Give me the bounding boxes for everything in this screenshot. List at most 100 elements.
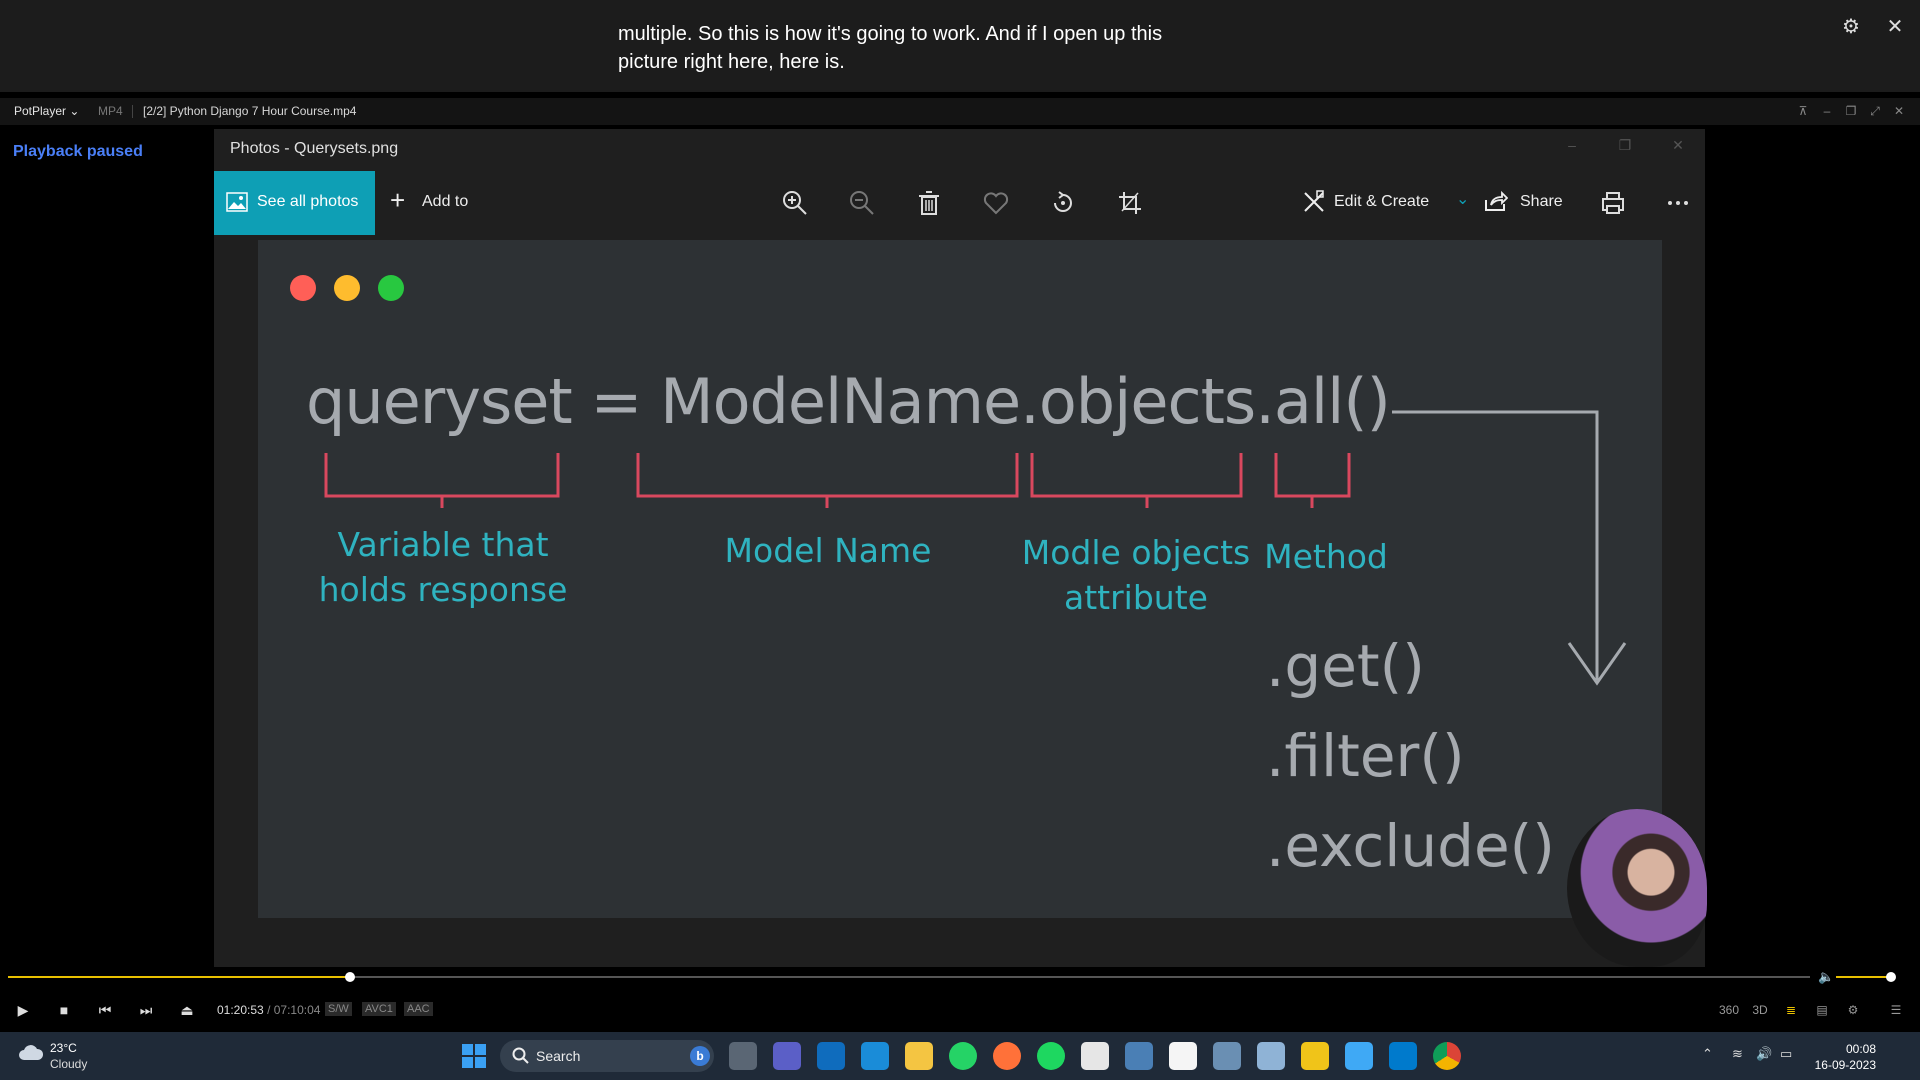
window-title: Photos - Querysets.png [230,140,399,157]
weather-condition[interactable]: Cloudy [50,1057,87,1071]
audio-codec-badge[interactable]: AAC [404,1002,433,1016]
gear-icon[interactable]: ⚙ [1838,14,1864,40]
clock[interactable]: 00:08 16-09-2023 [1814,1041,1876,1073]
bracket-variable [324,453,560,508]
vr360-icon[interactable]: 360 [1718,999,1740,1021]
player-titlebar: PotPlayer ⌄ MP4 [2/2] Python Django 7 Ho… [0,98,1920,125]
fullscreen-icon[interactable]: ⤢ [1866,102,1884,120]
notion-icon[interactable] [1169,1042,1197,1070]
more-options-icon[interactable] [1664,189,1692,217]
vscode-icon[interactable] [1389,1042,1417,1070]
wifi-icon[interactable]: ≋ [1732,1046,1743,1062]
label-variable-line2: holds response [318,570,568,609]
stop-icon[interactable]: ■ [53,999,75,1021]
potplayer-icon[interactable] [1301,1042,1329,1070]
cloud-icon[interactable] [18,1042,44,1062]
outlook-icon[interactable] [817,1042,845,1070]
divider [132,105,133,118]
previous-icon[interactable]: ⏮ [94,999,116,1021]
photos-app-icon[interactable] [1257,1042,1285,1070]
seek-bar[interactable] [8,972,1810,982]
chrome-icon[interactable] [1433,1042,1461,1070]
close-icon[interactable]: ✕ [1664,137,1692,157]
image-icon [226,192,248,217]
player-menu-button[interactable]: PotPlayer ⌄ [14,104,79,118]
search-icon [512,1047,530,1070]
battery-icon[interactable]: ▭ [1780,1046,1792,1062]
spotify-icon[interactable] [1037,1042,1065,1070]
window-app-icon[interactable] [1213,1042,1241,1070]
share-label: Share [1520,193,1563,210]
chevron-down-icon: ⌄ [69,104,80,118]
time-total: 07:10:04 [273,1003,321,1017]
pin-icon[interactable]: ⊼ [1794,102,1812,120]
time-current: 01:20:53 [217,1003,264,1017]
method-filter: .filter() [1266,722,1465,790]
zed-editor-icon[interactable] [1081,1042,1109,1070]
bracket-method [1274,453,1351,508]
volume-handle[interactable] [1886,972,1897,982]
zoom-in-icon[interactable] [781,189,809,217]
presenter-webcam-avatar [1567,809,1707,967]
mail-icon[interactable] [861,1042,889,1070]
volume-icon[interactable]: 🔈 [1818,969,1834,985]
3d-icon[interactable]: 3D [1749,999,1771,1021]
teams-icon[interactable] [773,1042,801,1070]
settings-app-icon[interactable] [1125,1042,1153,1070]
firefox-icon[interactable] [993,1042,1021,1070]
playlist-search-icon[interactable]: ≣ [1780,999,1802,1021]
close-icon[interactable]: ✕ [1882,14,1908,40]
caption-text: multiple. So this is how it's going to w… [618,20,1318,76]
add-to-label: Add to [422,193,469,210]
bing-icon[interactable]: b [690,1046,710,1066]
speaker-icon[interactable]: 🔊 [1756,1046,1772,1062]
zoom-out-icon[interactable] [848,189,876,217]
method-get: .get() [1266,632,1425,700]
remote-desktop-icon[interactable] [1345,1042,1373,1070]
label-objects-line2: attribute [1064,578,1208,617]
minimize-icon[interactable]: – [1558,137,1586,157]
see-all-photos-button[interactable]: See all photos [214,171,375,235]
chapters-icon[interactable]: ▤ [1811,999,1833,1021]
taskbar-search-box[interactable]: Search b [500,1040,714,1072]
photos-toolbar: See all photos + Add to Edit & Create ⌄ … [214,171,1705,235]
volume-slider[interactable] [1836,976,1892,978]
play-icon[interactable]: ▶ [12,999,34,1021]
edit-create-label: Edit & Create [1334,193,1430,210]
favorite-heart-icon[interactable] [982,189,1010,217]
task-view-icon[interactable] [729,1042,757,1070]
chevron-down-icon: ⌄ [1456,191,1470,208]
rotate-icon[interactable] [1049,189,1077,217]
plus-icon: + [390,185,406,215]
label-model-name: Model Name [724,531,932,570]
close-icon[interactable]: ✕ [1890,102,1908,120]
seek-bar-fill [8,976,351,978]
maximize-icon[interactable]: ❐ [1611,137,1639,157]
time-display: 01:20:53 / 07:10:04 [217,1003,321,1017]
photo-image: queryset = ModelName.objects.all() Varia… [258,240,1662,918]
label-variable: Variable that holds response [308,522,578,612]
playback-status: Playback paused [13,143,143,160]
menu-icon[interactable]: ☰ [1885,999,1907,1021]
player-app-name: PotPlayer [14,104,67,118]
video-codec-badge[interactable]: AVC1 [362,1002,396,1016]
decoder-badge[interactable]: S/W [325,1002,352,1016]
bracket-model-name [636,453,1019,508]
bracket-objects [1030,453,1243,508]
next-icon[interactable]: ⏭ [135,999,157,1021]
restore-icon[interactable]: ❐ [1842,102,1860,120]
print-icon[interactable] [1599,189,1627,217]
eject-icon[interactable]: ⏏ [176,999,198,1021]
minimize-icon[interactable]: – [1818,102,1836,120]
chevron-up-icon[interactable]: ⌃ [1702,1046,1713,1062]
seek-handle[interactable] [345,972,356,982]
settings-gear-icon[interactable]: ⚙ [1842,999,1864,1021]
file-explorer-icon[interactable] [905,1042,933,1070]
delete-icon[interactable] [915,189,943,217]
windows-start-icon[interactable] [460,1042,488,1070]
weather-temperature[interactable]: 23°C [50,1041,77,1055]
file-format: MP4 [98,104,123,118]
crop-icon[interactable] [1116,189,1144,217]
taskbar: 23°C Cloudy Search b ⌃ ≋ 🔊 ▭ 00:08 16-09… [0,1032,1920,1080]
whatsapp-icon[interactable] [949,1042,977,1070]
